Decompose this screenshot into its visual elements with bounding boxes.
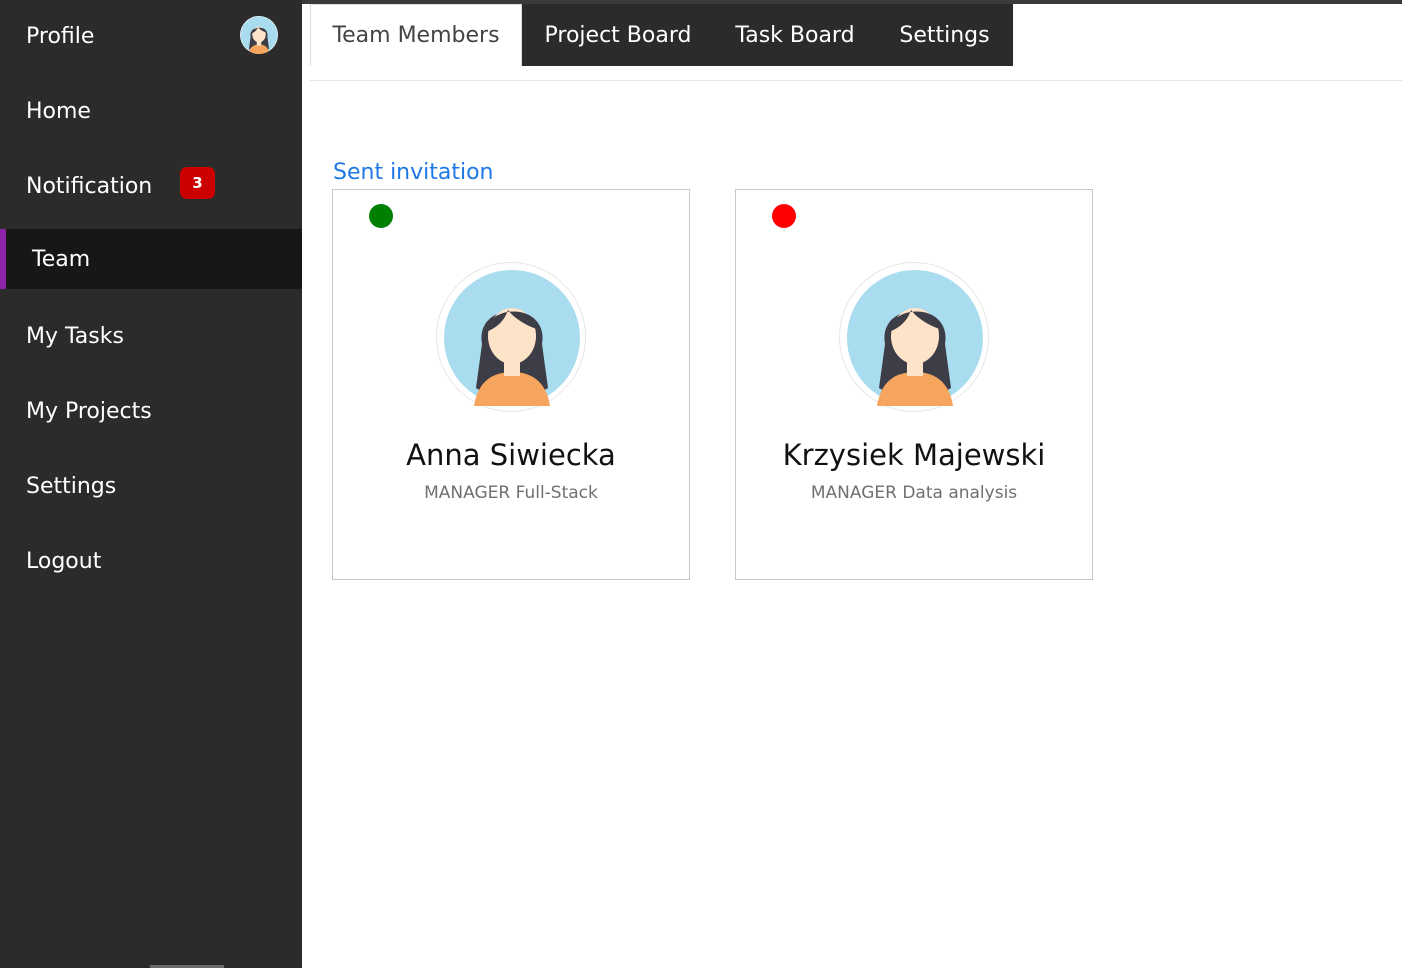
- sidebar-item-label: Profile: [26, 23, 95, 49]
- sidebar-item-home[interactable]: Home: [0, 81, 302, 141]
- tab-task-board[interactable]: Task Board: [714, 4, 876, 66]
- tab-project-board[interactable]: Project Board: [522, 4, 714, 66]
- member-card[interactable]: Krzysiek Majewski MANAGER Data analysis: [735, 189, 1093, 580]
- tab-team-members[interactable]: Team Members: [310, 4, 522, 66]
- sidebar-item-team[interactable]: Team: [0, 229, 302, 289]
- female-avatar-icon: [436, 262, 586, 412]
- sidebar-item-label: My Tasks: [26, 323, 124, 349]
- member-role-title: MANAGER: [424, 483, 511, 503]
- member-specialty: Data analysis: [902, 483, 1018, 503]
- tab-divider: [310, 80, 1402, 81]
- profile-avatar-icon[interactable]: [240, 16, 278, 54]
- sidebar-item-my-projects[interactable]: My Projects: [0, 381, 302, 441]
- sidebar-item-label: Logout: [26, 548, 102, 574]
- member-role-title: MANAGER: [810, 483, 897, 503]
- tab-settings[interactable]: Settings: [876, 4, 1013, 66]
- female-avatar-icon: [839, 262, 989, 412]
- sidebar: Profile Home Notification 3 Team My Task…: [0, 0, 302, 968]
- tab-bar: Team Members Project Board Task Board Se…: [310, 4, 1013, 66]
- member-role: MANAGER Data analysis: [736, 483, 1092, 503]
- notification-count-badge: 3: [180, 167, 215, 199]
- sidebar-item-my-tasks[interactable]: My Tasks: [0, 306, 302, 366]
- member-role: MANAGER Full-Stack: [333, 483, 689, 503]
- status-online-indicator: [369, 204, 393, 228]
- sidebar-item-label: Settings: [26, 473, 117, 499]
- member-name: Krzysiek Majewski: [782, 438, 1046, 472]
- sent-invitation-link[interactable]: Sent invitation: [333, 160, 494, 185]
- sidebar-item-label: Team: [32, 246, 91, 272]
- sidebar-item-label: Notification: [26, 173, 153, 199]
- status-offline-indicator: [772, 204, 796, 228]
- member-card[interactable]: Anna Siwiecka MANAGER Full-Stack: [332, 189, 690, 580]
- member-name: Anna Siwiecka: [406, 438, 616, 472]
- sidebar-item-notification[interactable]: Notification: [0, 156, 302, 216]
- sidebar-item-logout[interactable]: Logout: [0, 531, 302, 591]
- sidebar-item-label: Home: [26, 98, 91, 124]
- sidebar-item-label: My Projects: [26, 398, 152, 424]
- member-specialty: Full-Stack: [515, 483, 598, 503]
- sidebar-item-settings[interactable]: Settings: [0, 456, 302, 516]
